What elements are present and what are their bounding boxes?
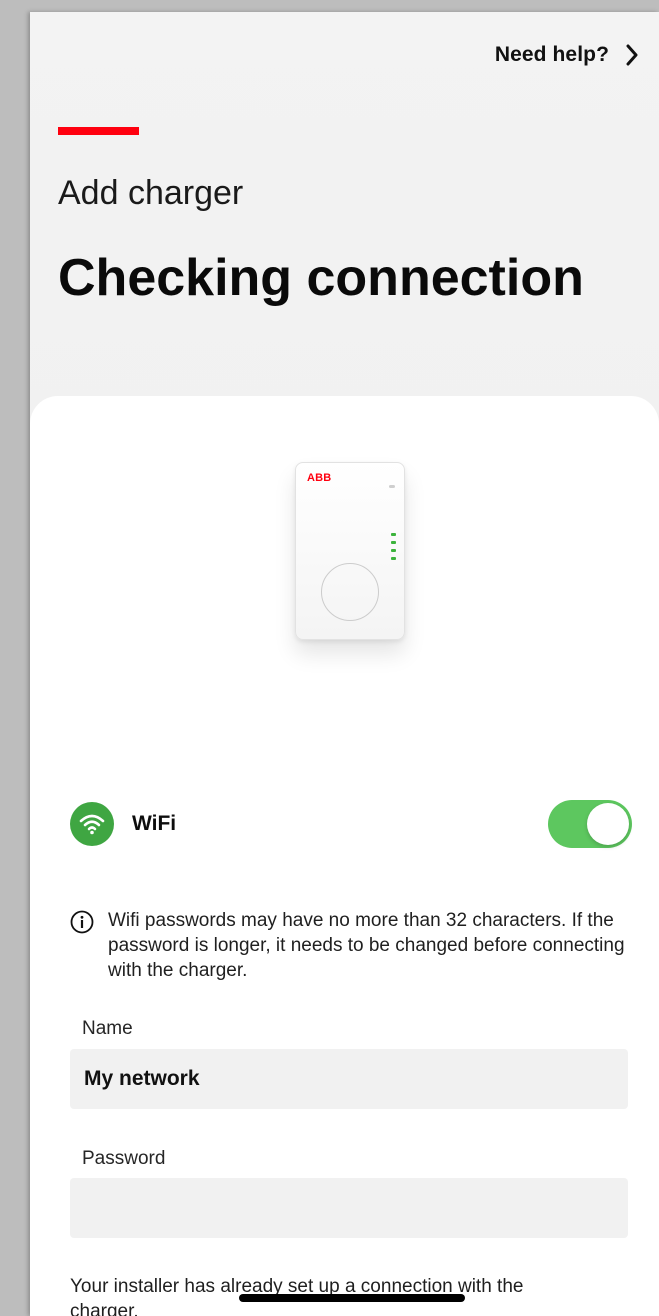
app-screen: Need help? Add charger Checking connecti… bbox=[30, 12, 659, 1316]
abb-logo: ABB bbox=[307, 472, 332, 484]
home-indicator[interactable] bbox=[239, 1294, 465, 1302]
charger-status-leds bbox=[391, 533, 396, 565]
chevron-right-icon bbox=[625, 44, 639, 66]
content-card: ABB WiFi Wifi passwords may have no more… bbox=[30, 396, 659, 1316]
name-value: My network bbox=[84, 1067, 200, 1090]
charger-indicator bbox=[389, 485, 395, 488]
accent-bar bbox=[58, 127, 139, 135]
wifi-label: WiFi bbox=[132, 812, 177, 835]
wifi-row: WiFi bbox=[70, 800, 632, 848]
password-field[interactable] bbox=[70, 1178, 628, 1238]
name-label: Name bbox=[82, 1018, 133, 1039]
name-field[interactable]: My network bbox=[70, 1049, 628, 1109]
led bbox=[391, 541, 396, 544]
led bbox=[391, 549, 396, 552]
page-subtitle: Add charger bbox=[58, 174, 244, 212]
info-text: Wifi passwords may have no more than 32 … bbox=[108, 910, 625, 981]
charger-ring bbox=[321, 563, 379, 621]
need-help-link[interactable]: Need help? bbox=[495, 40, 639, 70]
wifi-toggle[interactable] bbox=[548, 800, 632, 848]
wifi-icon bbox=[70, 802, 114, 846]
need-help-label: Need help? bbox=[494, 43, 609, 66]
toggle-knob bbox=[587, 803, 629, 845]
info-icon bbox=[70, 910, 94, 934]
charger-illustration: ABB bbox=[295, 462, 405, 640]
led bbox=[391, 557, 396, 560]
page-title: Checking connection bbox=[58, 249, 584, 307]
led bbox=[391, 533, 396, 536]
password-label: Password bbox=[82, 1148, 166, 1169]
